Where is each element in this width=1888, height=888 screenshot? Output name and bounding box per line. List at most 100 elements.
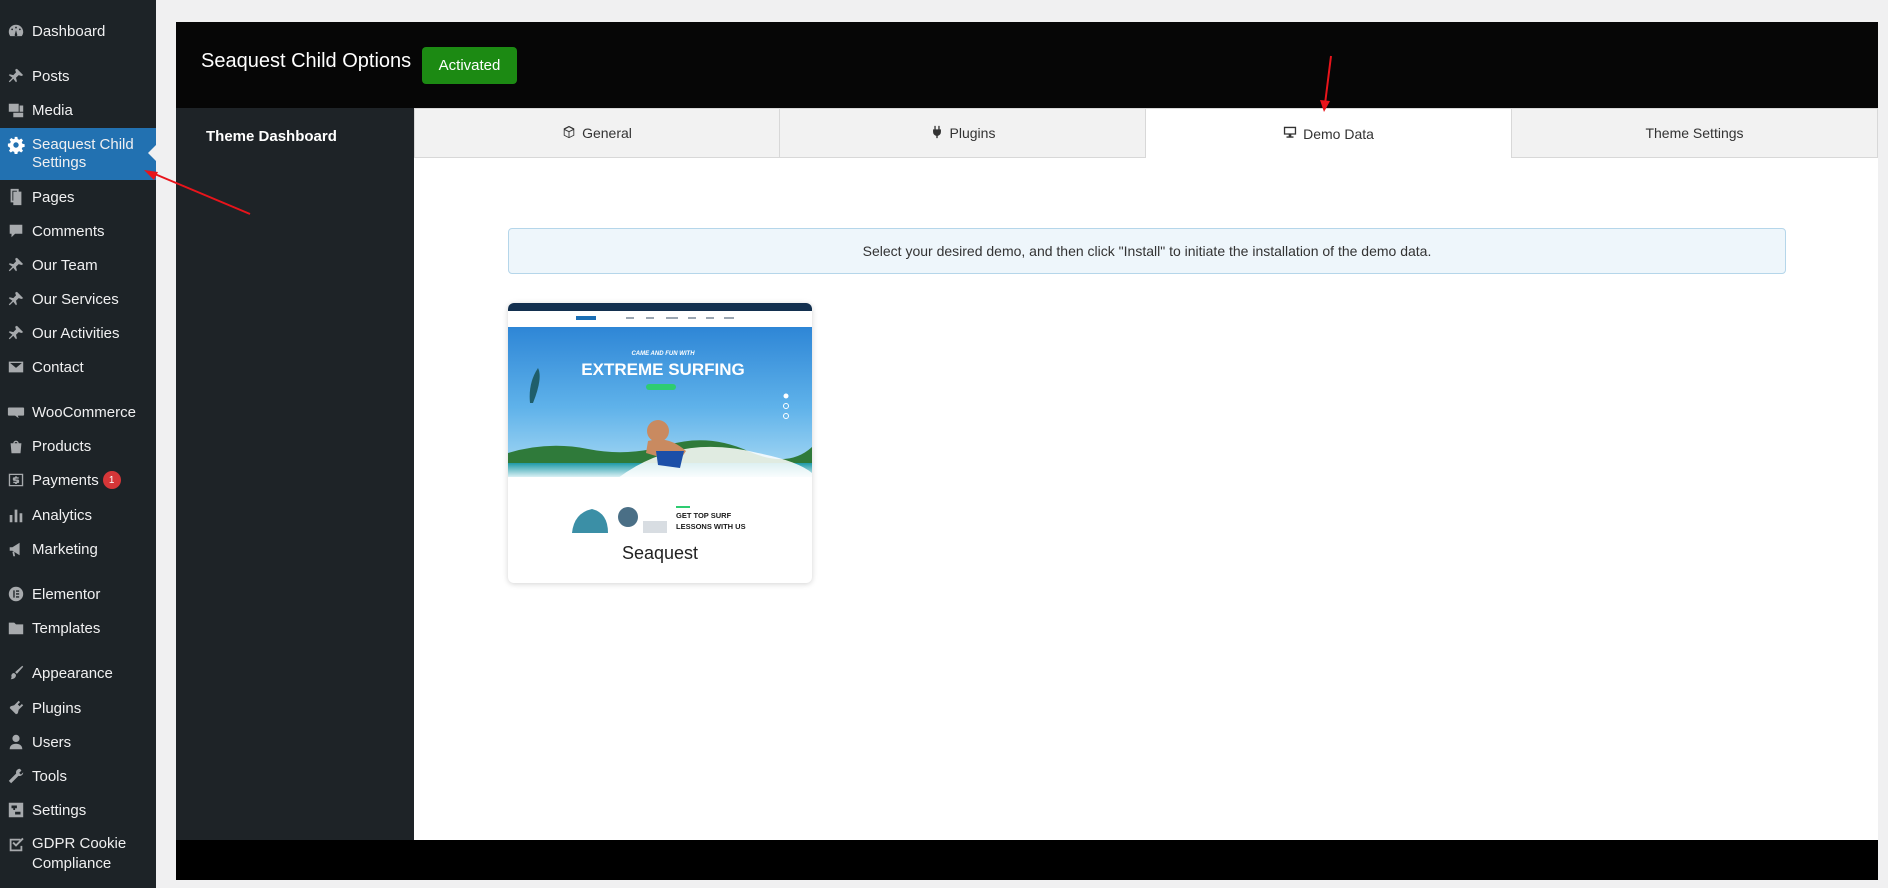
folder-icon: [0, 619, 32, 637]
sidebar-item-marketing[interactable]: Marketing: [0, 532, 156, 566]
sliders-icon: [0, 801, 32, 819]
sidebar-item-label: Posts: [32, 67, 70, 85]
sidebar-item-seaquest-child-settings[interactable]: Seaquest Child Settings: [0, 128, 156, 180]
sidebar-item-label: Marketing: [32, 540, 98, 558]
sidebar-item-products[interactable]: Products: [0, 429, 156, 463]
sidebar-item-our-team[interactable]: Our Team: [0, 248, 156, 282]
sidebar-item-label: Our Team: [32, 256, 98, 274]
preview-section-title-line2: LESSONS WITH US: [676, 522, 746, 531]
gear-icon: [0, 136, 32, 154]
tab-label: Theme Settings: [1645, 125, 1744, 141]
notification-badge: 1: [102, 471, 121, 489]
sidebar-item-label: Contact: [32, 358, 84, 376]
pushpin-icon: [0, 67, 32, 85]
preview-hero-title: EXTREME SURFING: [581, 360, 744, 379]
tab-demo-data[interactable]: Demo Data: [1146, 108, 1512, 158]
tab-label: Demo Data: [1303, 125, 1374, 142]
theme-options-panel: Seaquest Child Options Activated Theme D…: [176, 22, 1878, 880]
sidebar-item-label: Products: [32, 437, 92, 455]
demo-card-seaquest[interactable]: CAME AND FUN WITH EXTREME SURFING GET TO…: [508, 303, 812, 583]
paintbrush-icon: [0, 664, 32, 682]
tab-plugins[interactable]: Plugins: [780, 108, 1146, 158]
sidebar-item-label: Pages: [32, 188, 75, 206]
sidebar-item-users[interactable]: Users: [0, 725, 156, 759]
sidebar-item-comments[interactable]: Comments: [0, 214, 156, 248]
sidebar-item-appearance[interactable]: Appearance: [0, 656, 156, 690]
envelope-icon: [0, 358, 32, 376]
dollar-icon: [0, 471, 32, 489]
checkbox-icon: [0, 834, 32, 854]
sidebar-item-analytics[interactable]: Analytics: [0, 498, 156, 532]
nav-item-theme-dashboard[interactable]: Theme Dashboard: [206, 128, 337, 145]
sidebar-item-label: Comments: [32, 222, 105, 240]
sidebar-item-label: Users: [32, 733, 72, 751]
sidebar-item-posts[interactable]: Posts: [0, 59, 156, 93]
comment-icon: [0, 222, 32, 240]
tab-bar: General Plugins Demo Data Theme Settings: [414, 108, 1878, 158]
demo-name: Seaquest: [621, 543, 699, 563]
plug-icon: [930, 125, 944, 142]
wp-admin-sidebar: Dashboard Posts Media Seaquest Child Set…: [0, 0, 157, 888]
options-footer: [176, 840, 1878, 880]
options-side-nav: Theme Dashboard: [176, 108, 414, 840]
sidebar-item-label: Dashboard: [32, 22, 106, 40]
sidebar-item-contact[interactable]: Contact: [0, 350, 156, 384]
sidebar-item-label: Appearance: [32, 664, 113, 682]
products-icon: [0, 437, 32, 455]
tab-label: Plugins: [949, 125, 996, 141]
monitor-icon: [1283, 125, 1297, 142]
preview-section-title-line1: GET TOP SURF: [676, 511, 732, 520]
sidebar-item-label: Plugins: [32, 699, 82, 717]
cube-icon: [562, 125, 576, 142]
tab-general[interactable]: General: [414, 108, 780, 158]
pushpin-icon: [0, 290, 32, 308]
sidebar-item-our-activities[interactable]: Our Activities: [0, 316, 156, 350]
sidebar-item-label: Seaquest Child Settings: [32, 136, 134, 171]
sidebar-item-label: GDPR Cookie Compliance: [32, 835, 127, 872]
sidebar-item-label: Templates: [32, 619, 101, 637]
pushpin-icon: [0, 256, 32, 274]
sidebar-item-label: Our Services: [32, 290, 119, 308]
sidebar-item-pages[interactable]: Pages: [0, 180, 156, 214]
sidebar-item-label: Our Activities: [32, 324, 120, 342]
options-content: General Plugins Demo Data Theme Settings…: [414, 108, 1878, 840]
sidebar-item-media[interactable]: Media: [0, 93, 156, 127]
activated-status-badge: Activated: [422, 47, 517, 84]
tab-theme-settings[interactable]: Theme Settings: [1512, 108, 1878, 158]
options-header: Seaquest Child Options Activated: [176, 22, 1878, 108]
sidebar-item-our-services[interactable]: Our Services: [0, 282, 156, 316]
sidebar-item-elementor[interactable]: Elementor: [0, 577, 156, 611]
sidebar-item-tools[interactable]: Tools: [0, 759, 156, 793]
info-notice: Select your desired demo, and then click…: [508, 228, 1786, 274]
woocommerce-icon: [0, 403, 32, 421]
sidebar-item-gdpr-cookie-compliance[interactable]: GDPR Cookie Compliance: [0, 830, 156, 874]
sidebar-item-plugins[interactable]: Plugins: [0, 691, 156, 725]
notice-text: Select your desired demo, and then click…: [862, 243, 1432, 259]
megaphone-icon: [0, 540, 32, 558]
sidebar-item-settings[interactable]: Settings: [0, 793, 156, 827]
sidebar-item-woocommerce[interactable]: WooCommerce: [0, 395, 156, 429]
user-icon: [0, 733, 32, 751]
pushpin-icon: [0, 324, 32, 342]
media-icon: [0, 101, 32, 119]
wrench-icon: [0, 767, 32, 785]
preview-hero-kicker: CAME AND FUN WITH: [631, 351, 695, 357]
sidebar-item-label: Tools: [32, 767, 68, 785]
sidebar-item-label: Settings: [32, 801, 87, 819]
plug-icon: [0, 699, 32, 717]
page-title: Seaquest Child Options: [201, 50, 412, 72]
active-menu-notch: [148, 144, 157, 162]
sidebar-item-label: Payments: [32, 471, 99, 489]
demo-preview-thumbnail: CAME AND FUN WITH EXTREME SURFING GET TO…: [508, 303, 812, 533]
sidebar-item-label: Media: [32, 101, 73, 119]
dashboard-icon: [0, 22, 32, 40]
sidebar-item-label: Elementor: [32, 585, 101, 603]
sidebar-item-label: WooCommerce: [32, 403, 136, 421]
sidebar-item-payments[interactable]: Payments 1: [0, 463, 156, 497]
tab-label: General: [582, 125, 632, 141]
sidebar-item-dashboard[interactable]: Dashboard: [0, 14, 156, 48]
sidebar-item-templates[interactable]: Templates: [0, 611, 156, 645]
sidebar-item-label: Analytics: [32, 506, 93, 524]
bar-chart-icon: [0, 506, 32, 524]
elementor-icon: [0, 585, 32, 603]
